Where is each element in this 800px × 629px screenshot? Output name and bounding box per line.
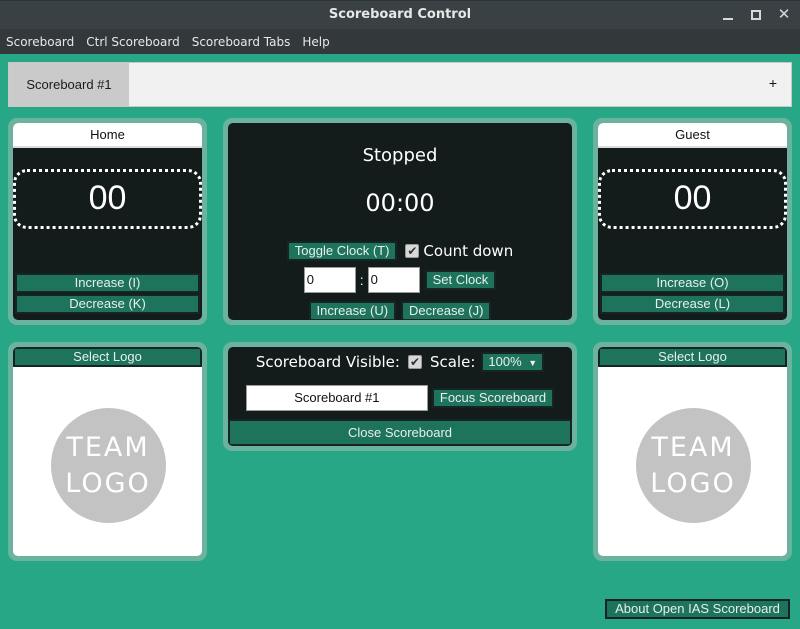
toggle-clock-button[interactable]: Toggle Clock (T) [286,241,398,261]
window-title: Scoreboard Control [328,7,472,22]
home-team-inner: Home 00 Increase (I) Decrease (K) [13,123,202,320]
set-clock-button[interactable]: Set Clock [424,270,497,290]
clock-decrease-button[interactable]: Decrease (J) [401,301,492,320]
home-select-logo-button[interactable]: Select Logo [13,347,202,367]
clock-adjust-row: Increase (U) Decrease (J) [228,301,572,320]
about-button[interactable]: About Open IAS Scoreboard [605,599,790,619]
close-scoreboard-button[interactable]: Close Scoreboard [228,419,572,446]
seconds-input[interactable]: 0 [367,267,420,293]
clock-status: Stopped [362,145,438,166]
minimize-icon [723,18,733,20]
close-button[interactable]: ✕ [774,5,794,25]
scale-value: 100% [488,354,522,369]
scoreboard-name-input[interactable]: Scoreboard #1 [245,385,428,411]
guest-score: 00 [598,169,787,229]
checkmark-icon: ✔ [409,355,420,369]
guest-team-inner: Guest 00 Increase (O) Decrease (L) [598,123,787,320]
scoreboard-visible-label: Scoreboard Visible: [255,353,400,371]
maximize-button[interactable] [746,5,766,25]
home-logo-inner: Select Logo TEAM LOGO [13,347,202,556]
scoreboard-visible-checkbox[interactable]: ✔ [407,355,422,369]
minimize-button[interactable] [718,5,738,25]
minutes-input[interactable]: 0 [303,267,356,293]
time-separator: : [359,272,364,288]
clock-toggle-row: Toggle Clock (T) ✔ Count down [228,241,572,261]
home-team-logo[interactable]: TEAM LOGO [50,408,166,523]
guest-logo-panel: Select Logo TEAM LOGO [593,342,792,561]
scoreboard-settings-inner: Scoreboard Visible: ✔ Scale: 100% ▼ Scor… [228,347,572,446]
guest-team-panel: Guest 00 Increase (O) Decrease (L) [593,118,792,325]
clock-time: 00:00 [365,189,435,217]
focus-scoreboard-button[interactable]: Focus Scoreboard [431,388,555,408]
home-score: 00 [13,169,202,229]
scoreboard-settings-panel: Scoreboard Visible: ✔ Scale: 100% ▼ Scor… [223,342,577,451]
logo-text-line2: LOGO [650,467,736,499]
home-logo-panel: Select Logo TEAM LOGO [8,342,207,561]
guest-decrease-button[interactable]: Decrease (L) [600,294,785,314]
menu-scoreboard-tabs[interactable]: Scoreboard Tabs [192,35,291,49]
scoreboard-name-row: Scoreboard #1 Focus Scoreboard [228,385,572,411]
add-tab-button[interactable]: + [769,75,777,91]
clock-inner: Stopped 00:00 Toggle Clock (T) ✔ Count d… [228,123,572,320]
clock-panel: Stopped 00:00 Toggle Clock (T) ✔ Count d… [223,118,577,325]
visibility-row: Scoreboard Visible: ✔ Scale: 100% ▼ [228,352,572,372]
logo-text-line1: TEAM [66,431,150,463]
count-down-label: Count down [423,242,514,260]
guest-team-logo[interactable]: TEAM LOGO [635,408,751,523]
tab-strip: Scoreboard #1 + [8,62,792,107]
menu-scoreboard[interactable]: Scoreboard [6,35,74,49]
dropdown-arrow-icon: ▼ [528,358,538,368]
home-team-panel: Home 00 Increase (I) Decrease (K) [8,118,207,325]
guest-select-logo-button[interactable]: Select Logo [598,347,787,367]
logo-text-line2: LOGO [65,467,151,499]
title-bar: Scoreboard Control ✕ [0,0,800,29]
count-down-checkbox[interactable]: ✔ [405,244,420,258]
menu-bar: Scoreboard Ctrl Scoreboard Scoreboard Ta… [0,29,800,54]
home-team-name-input[interactable]: Home [13,123,202,148]
home-increase-button[interactable]: Increase (I) [15,273,200,293]
checkmark-icon: ✔ [407,244,418,258]
tab-scoreboard-1[interactable]: Scoreboard #1 [9,63,129,106]
scale-label: Scale: [429,353,476,371]
menu-ctrl-scoreboard[interactable]: Ctrl Scoreboard [86,35,179,49]
maximize-icon [751,10,761,20]
home-decrease-button[interactable]: Decrease (K) [15,294,200,314]
menu-help[interactable]: Help [302,35,329,49]
logo-text-line1: TEAM [651,431,735,463]
close-icon: ✕ [777,6,791,23]
guest-increase-button[interactable]: Increase (O) [600,273,785,293]
guest-logo-inner: Select Logo TEAM LOGO [598,347,787,556]
clock-increase-button[interactable]: Increase (U) [308,301,397,320]
set-clock-row: 0 : 0 Set Clock [228,267,572,293]
guest-team-name-input[interactable]: Guest [598,123,787,148]
scale-select[interactable]: 100% ▼ [481,352,545,372]
